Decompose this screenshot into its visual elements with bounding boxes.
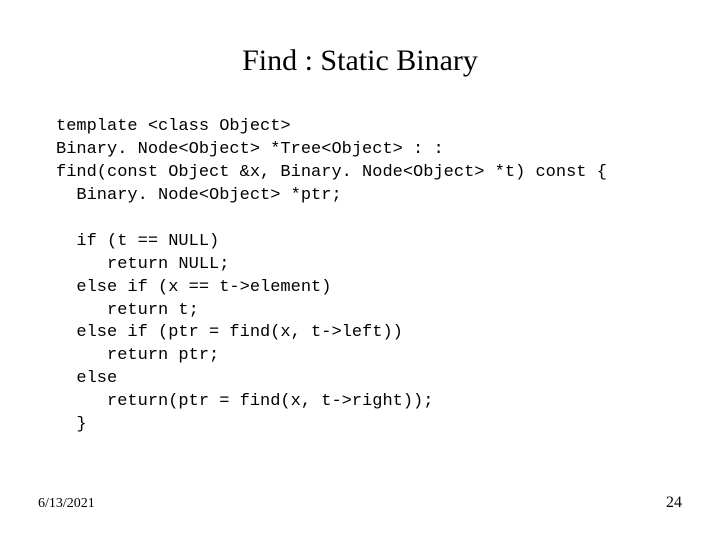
footer-page-number: 24 [666, 494, 682, 512]
footer-date: 6/13/2021 [38, 496, 95, 512]
code-block: template <class Object> Binary. Node<Obj… [56, 116, 680, 437]
slide-title: Find : Static Binary [0, 44, 720, 78]
slide: Find : Static Binary template <class Obj… [0, 0, 720, 540]
